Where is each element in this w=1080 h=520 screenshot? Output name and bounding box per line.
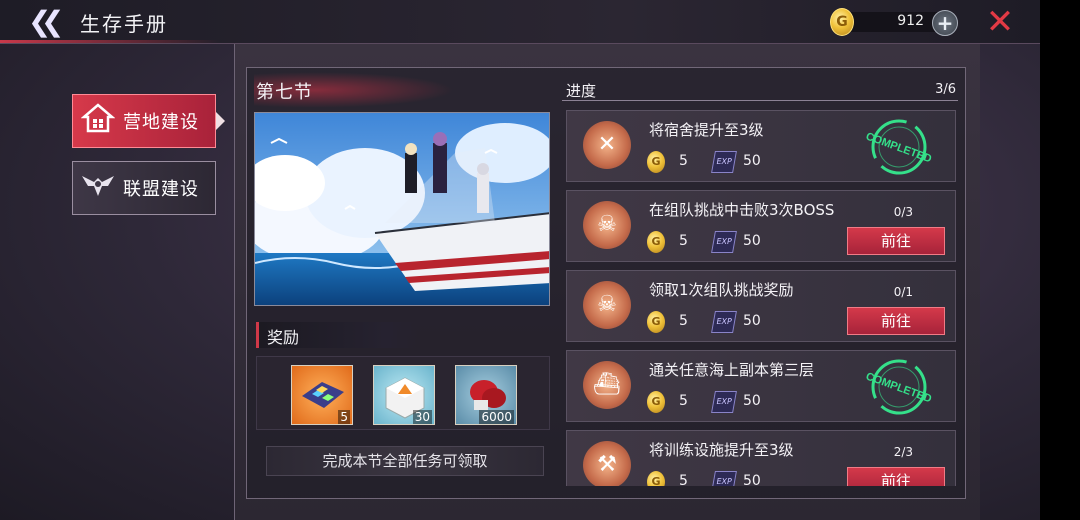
task-coin-reward: 5 <box>679 313 688 329</box>
top-bar: ❮ ❮ 生存手册 G 912 + ✕ <box>0 0 1040 44</box>
rewards-title: 奖励 <box>267 328 300 347</box>
progress-divider <box>562 100 958 101</box>
go-button[interactable]: 前往 <box>847 467 945 486</box>
gold-coin-icon: G <box>647 391 665 413</box>
task-row: ⛴ 通关任意海上副本第三层 G 5 EXP 50 COMPLETED <box>566 350 956 422</box>
task-row: ☠ 领取1次组队挑战奖励 G 5 EXP 50 0/1 前往 <box>566 270 956 342</box>
exp-book-icon: EXP <box>711 231 737 253</box>
close-button[interactable]: ✕ <box>984 5 1016 39</box>
reward-quantity: 30 <box>412 410 432 424</box>
claim-condition-text: 完成本节全部任务可领取 <box>322 452 488 470</box>
gold-coin-icon: G <box>647 471 665 486</box>
exp-book-icon: EXP <box>711 311 737 333</box>
reward-item[interactable]: 6000 <box>455 365 517 425</box>
task-row: ☠ 在组队挑战中击败3次BOSS G 5 EXP 50 0/3 前往 <box>566 190 956 262</box>
task-name: 在组队挑战中击败3次BOSS <box>649 201 835 219</box>
gold-coin-icon: G <box>830 8 854 36</box>
completed-stamp: COMPLETED <box>857 357 941 417</box>
task-row: ⚒ 将训练设施提升至3级 G 5 EXP 50 2/3 前往 <box>566 430 956 486</box>
go-button[interactable]: 前往 <box>847 307 945 335</box>
gold-coin-icon: G <box>647 311 665 333</box>
task-coin-reward: 5 <box>679 473 688 486</box>
task-exp-reward: 50 <box>743 393 761 409</box>
task-progress: 0/1 <box>893 285 913 299</box>
task-list[interactable]: ✕ 将宿舍提升至3级 G 5 EXP 50 COMPLETED ☠ 在组队挑战中… <box>566 108 956 486</box>
rewards-box: 5 30 6000 <box>256 356 550 430</box>
task-coin-reward: 5 <box>679 233 688 249</box>
coin-value: 912 <box>897 13 924 29</box>
exp-book-icon: EXP <box>711 151 737 173</box>
sidebar-item-label: 营地建设 <box>123 112 199 133</box>
task-name: 将训练设施提升至3级 <box>649 441 794 459</box>
game-screen: ❮ ❮ 生存手册 G 912 + ✕ 营地建设 联盟建设 第七节 奖励 5 30… <box>0 0 1040 520</box>
go-button[interactable]: 前往 <box>847 227 945 255</box>
claim-condition-bar: 完成本节全部任务可领取 <box>266 446 544 476</box>
task-exp-reward: 50 <box>743 153 761 169</box>
alliance-wings-icon <box>73 170 123 207</box>
task-exp-reward: 50 <box>743 313 761 329</box>
ship-icon: ⛴ <box>583 361 631 409</box>
task-progress: 2/3 <box>893 445 913 459</box>
crossed-swords-skull-icon: ☠ <box>583 201 631 249</box>
task-row: ✕ 将宿舍提升至3级 G 5 EXP 50 COMPLETED <box>566 110 956 182</box>
task-name: 将宿舍提升至3级 <box>649 121 764 139</box>
sidebar-item-alliance-construction[interactable]: 联盟建设 <box>72 161 216 215</box>
back-button[interactable]: ❮ ❮ <box>28 6 68 38</box>
task-name: 领取1次组队挑战奖励 <box>649 281 794 299</box>
exp-book-icon: EXP <box>711 391 737 413</box>
reward-item[interactable]: 5 <box>291 365 353 425</box>
task-name: 通关任意海上副本第三层 <box>649 361 815 379</box>
task-coin-reward: 5 <box>679 153 688 169</box>
page-title: 生存手册 <box>80 12 168 36</box>
back-chevron-icon: ❮ <box>41 5 65 38</box>
reward-quantity: 5 <box>338 410 350 424</box>
wrench-screwdriver-icon: ✕ <box>583 121 631 169</box>
task-exp-reward: 50 <box>743 473 761 486</box>
active-tab-pointer <box>216 112 225 130</box>
task-exp-reward: 50 <box>743 233 761 249</box>
progress-count: 3/6 <box>935 82 956 97</box>
gold-coin-icon: G <box>647 231 665 253</box>
sidebar-item-label: 联盟建设 <box>123 179 199 200</box>
progress-label: 进度 <box>566 82 597 100</box>
rewards-header: 奖励 <box>256 322 418 348</box>
coin-counter: G 912 + <box>830 8 958 36</box>
hammer-icon: ⚒ <box>583 441 631 486</box>
exp-book-icon: EXP <box>711 471 737 486</box>
sidebar-item-camp-construction[interactable]: 营地建设 <box>72 94 216 148</box>
reward-item[interactable]: 30 <box>373 365 435 425</box>
home-icon <box>73 102 123 141</box>
title-underline <box>0 40 220 43</box>
task-coin-reward: 5 <box>679 393 688 409</box>
task-progress: 0/3 <box>893 205 913 219</box>
reward-quantity: 6000 <box>479 410 514 424</box>
chapter-artwork <box>254 112 550 306</box>
crossed-swords-skull-icon: ☠ <box>583 281 631 329</box>
gold-coin-icon: G <box>647 151 665 173</box>
completed-stamp: COMPLETED <box>857 117 941 177</box>
add-coins-button[interactable]: + <box>932 10 958 36</box>
screen-edge-bar <box>1040 0 1080 520</box>
section-title: 第七节 <box>256 82 313 103</box>
